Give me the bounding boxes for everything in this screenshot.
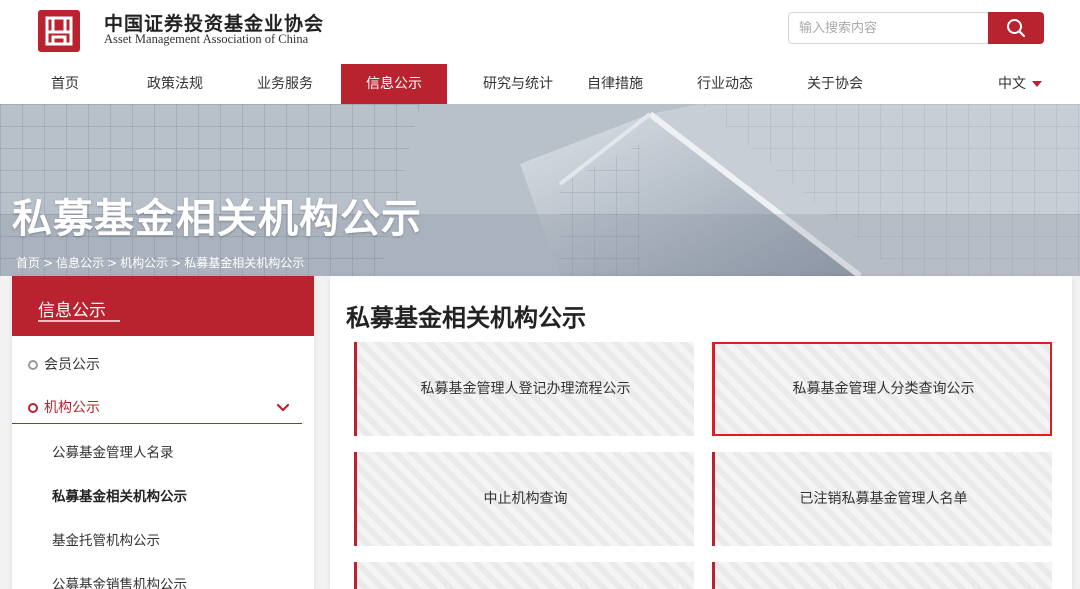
caret-down-icon — [1032, 81, 1042, 87]
language-selector[interactable]: 中文 — [998, 64, 1042, 104]
card-registration-process[interactable]: 私募基金管理人登记办理流程公示 — [354, 342, 694, 436]
bullet-icon — [28, 360, 38, 370]
main-content: 私募基金相关机构公示 私募基金管理人登记办理流程公示 私募基金管理人分类查询公示… — [330, 276, 1072, 589]
sidebar-subitem-sales-institutions[interactable]: 公募基金销售机构公示 — [52, 570, 187, 589]
breadcrumb-separator: > — [43, 256, 54, 270]
sidebar-subitem-private-fund-institutions[interactable]: 私募基金相关机构公示 — [52, 482, 187, 512]
nav-item-about[interactable]: 关于协会 — [796, 64, 874, 104]
logo-title-en: Asset Management Association of China — [104, 32, 309, 46]
nav-item-discipline[interactable]: 自律措施 — [576, 64, 654, 104]
nav-item-home[interactable]: 首页 — [30, 64, 100, 104]
sidebar-divider — [12, 423, 302, 424]
breadcrumb-separator: > — [107, 256, 118, 270]
card-label: 中止机构查询 — [483, 491, 568, 507]
sidebar-item-label: 会员公示 — [44, 357, 100, 373]
chevron-down-icon — [276, 403, 290, 412]
card-partial[interactable] — [354, 562, 694, 589]
search-button[interactable] — [988, 12, 1044, 44]
main-nav: 首页 政策法规 业务服务 信息公示 研究与统计 自律措施 行业动态 关于协会 中… — [0, 64, 1080, 104]
nav-item-news[interactable]: 行业动态 — [686, 64, 764, 104]
amac-logo-icon[interactable] — [38, 10, 80, 52]
sidebar-subitem-custodians[interactable]: 基金托管机构公示 — [52, 526, 160, 556]
site-header: 中国证券投资基金业协会 Asset Management Association… — [0, 0, 1080, 64]
card-suspended-institutions[interactable]: 中止机构查询 — [354, 452, 694, 546]
sidebar-item-institution-disclosure[interactable]: 机构公示 — [12, 391, 302, 425]
card-deregistered-managers[interactable]: 已注销私募基金管理人名单 — [712, 452, 1052, 546]
nav-item-disclosure[interactable]: 信息公示 — [341, 64, 447, 104]
card-label: 已注销私募基金管理人名单 — [799, 491, 968, 507]
card-partial[interactable] — [712, 562, 1052, 589]
search-icon — [1007, 19, 1026, 38]
page-title: 私募基金相关机构公示 — [12, 196, 422, 242]
sidebar-header: 信息公示 — [12, 276, 314, 336]
breadcrumb-current[interactable]: 私募基金相关机构公示 — [184, 256, 304, 270]
nav-item-research[interactable]: 研究与统计 — [466, 64, 570, 104]
bullet-icon — [28, 403, 38, 413]
sidebar: 信息公示 会员公示 机构公示 公募基金管理人名录 私募基金相关机构公示 基金托管… — [12, 276, 314, 589]
breadcrumb-home[interactable]: 首页 — [16, 256, 40, 270]
section-title: 私募基金相关机构公示 — [346, 304, 586, 332]
sidebar-item-member-disclosure[interactable]: 会员公示 — [12, 348, 302, 382]
page-banner: 私募基金相关机构公示 首页 > 信息公示 > 机构公示 > 私募基金相关机构公示 — [0, 104, 1080, 276]
breadcrumb-institutions[interactable]: 机构公示 — [120, 256, 168, 270]
sidebar-heading-underline — [38, 320, 120, 322]
search-input[interactable] — [788, 12, 988, 44]
breadcrumb-disclosure[interactable]: 信息公示 — [56, 256, 104, 270]
card-label: 私募基金管理人登记办理流程公示 — [420, 381, 631, 397]
nav-item-policy[interactable]: 政策法规 — [136, 64, 214, 104]
sidebar-item-label: 机构公示 — [44, 400, 100, 416]
sidebar-heading: 信息公示 — [38, 301, 106, 321]
card-label: 私募基金管理人分类查询公示 — [792, 381, 975, 397]
language-label: 中文 — [998, 76, 1026, 92]
sidebar-subitem-public-fund-managers[interactable]: 公募基金管理人名录 — [52, 438, 174, 468]
nav-item-services[interactable]: 业务服务 — [246, 64, 324, 104]
breadcrumb-separator: > — [171, 256, 182, 270]
card-classification-query[interactable]: 私募基金管理人分类查询公示 — [712, 342, 1052, 436]
breadcrumb: 首页 > 信息公示 > 机构公示 > 私募基金相关机构公示 — [16, 254, 304, 271]
